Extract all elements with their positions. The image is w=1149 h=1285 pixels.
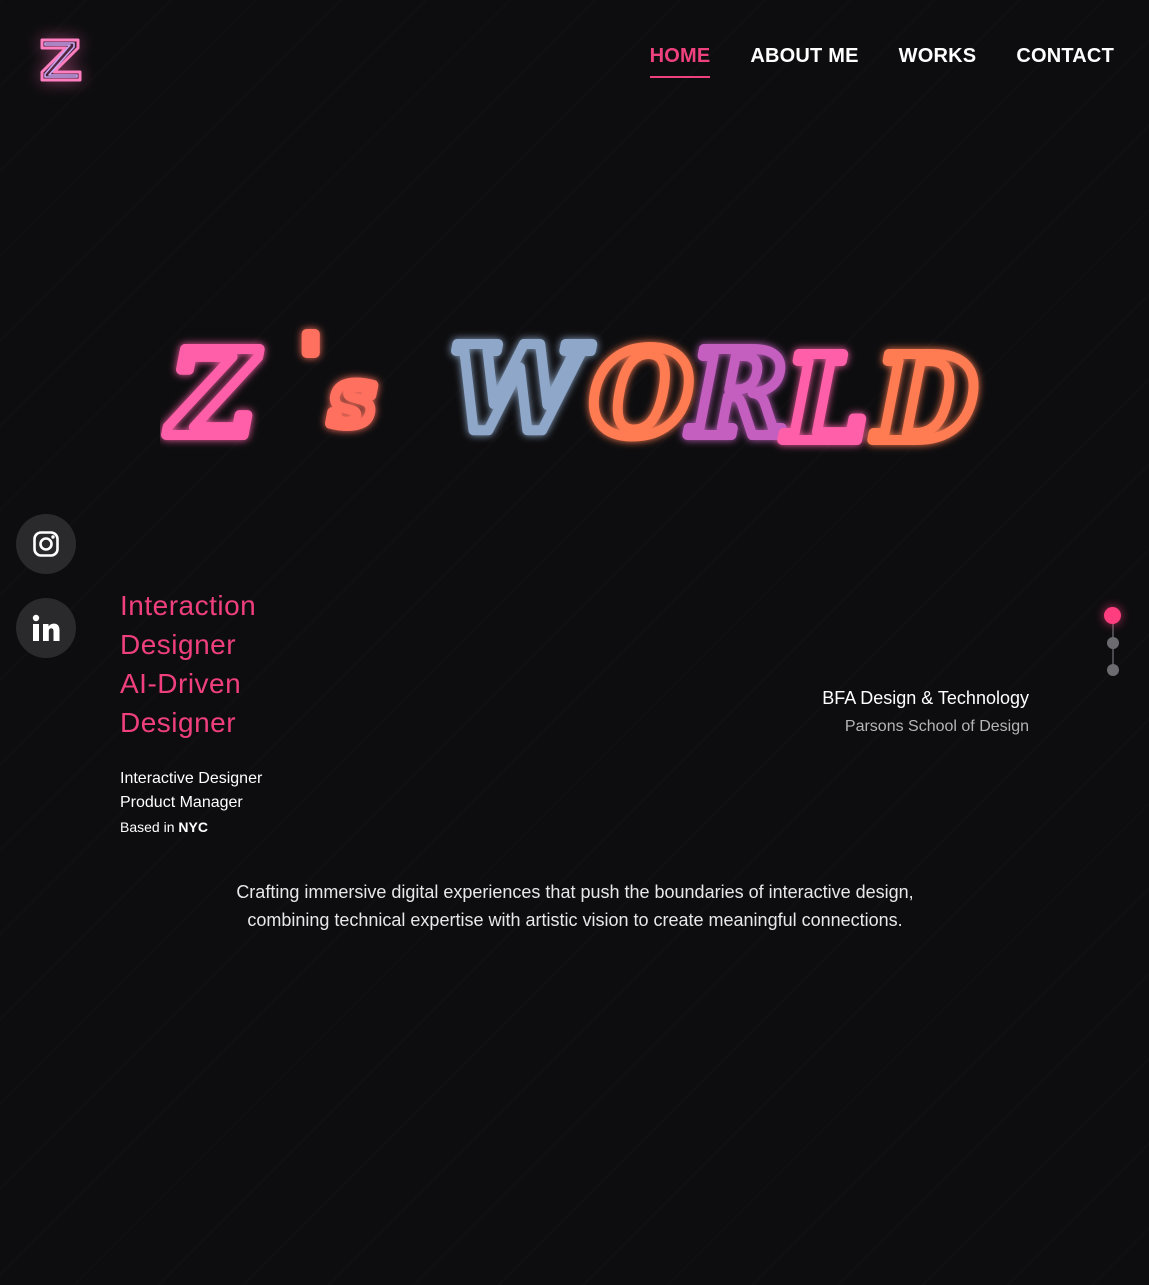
education: BFA Design & Technology Parsons School o… — [822, 684, 1029, 742]
hero-letter-z: Z — [166, 324, 260, 463]
hero-letter-l: L — [782, 329, 868, 468]
school: Parsons School of Design — [844, 718, 1029, 735]
main-nav: HOME ABOUT ME WORKS CONTACT — [649, 44, 1114, 78]
role-line: Designer — [120, 629, 237, 660]
location-city: NYC — [178, 819, 208, 835]
role-line: Designer — [120, 707, 237, 738]
linkedin-button[interactable] — [16, 598, 76, 658]
intro-description: Crafting immersive digital experiences t… — [150, 878, 1000, 934]
location-prefix: Based in — [120, 819, 175, 835]
instagram-button[interactable] — [16, 514, 76, 574]
job-title: Interactive Designer — [120, 770, 263, 787]
hero-letter-w: W — [450, 319, 593, 458]
hero-letter-s: s — [329, 350, 375, 444]
hero-title: Z ' s W O R L D — [161, 314, 982, 473]
description-line: combining technical expertise with artis… — [247, 910, 903, 930]
instagram-icon — [33, 531, 59, 557]
pagination-dot[interactable] — [1107, 664, 1119, 676]
linkedin-icon — [32, 614, 60, 641]
nav-contact[interactable]: CONTACT — [1016, 44, 1114, 78]
degree: BFA Design & Technology — [822, 688, 1029, 708]
hero-letter-apostrophe: ' — [300, 319, 321, 402]
role-line: Interaction — [120, 590, 257, 621]
hero-letter-o: O — [590, 324, 693, 463]
roles-list: Interaction Designer AI-Driven Designer — [120, 586, 256, 742]
hero-letter-r: R — [687, 324, 788, 463]
job-title: Product Manager — [120, 794, 243, 811]
nav-about-me[interactable]: ABOUT ME — [750, 44, 858, 78]
role-line: AI-Driven — [120, 668, 242, 699]
section-pagination — [1104, 607, 1122, 677]
location: Based in NYC — [120, 815, 262, 839]
hero-letter-d: D — [872, 329, 977, 468]
nav-works[interactable]: WORKS — [899, 44, 977, 78]
description-line: Crafting immersive digital experiences t… — [236, 882, 914, 902]
z-logo-icon[interactable] — [36, 34, 86, 86]
sub-info: Interactive Designer Product Manager Bas… — [120, 767, 262, 839]
pagination-dot[interactable] — [1107, 637, 1119, 649]
nav-home[interactable]: HOME — [649, 44, 711, 78]
pagination-dot-active[interactable] — [1104, 607, 1121, 624]
